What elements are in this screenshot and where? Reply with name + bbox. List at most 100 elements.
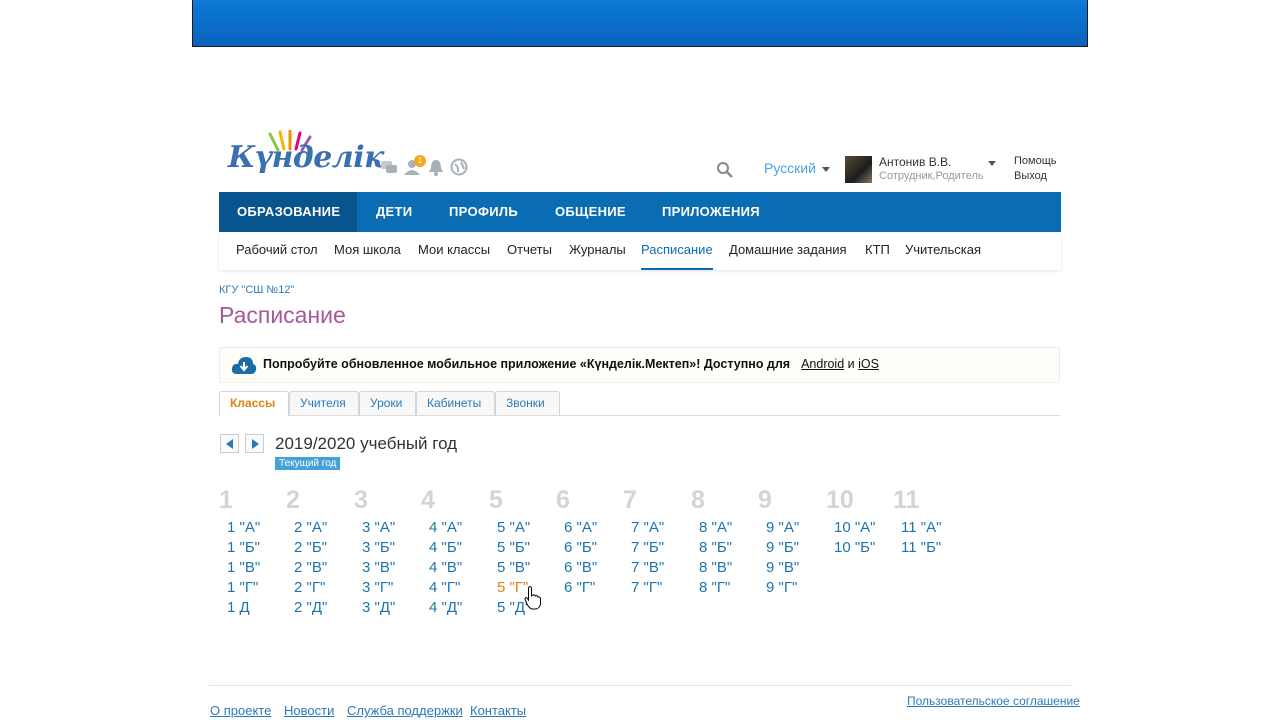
- footer-support-link[interactable]: Служба поддержки: [347, 703, 463, 718]
- class-link[interactable]: 9 "Б": [766, 539, 799, 556]
- tab-teachers[interactable]: Учителя: [289, 391, 359, 415]
- class-link[interactable]: 3 "Б": [362, 539, 395, 556]
- tab-bells[interactable]: Звонки: [495, 391, 560, 415]
- nav-children[interactable]: ДЕТИ: [358, 192, 430, 232]
- ios-link[interactable]: iOS: [858, 357, 879, 371]
- user-menu-chevron-icon[interactable]: [988, 161, 996, 166]
- grade-heading: 7: [623, 486, 637, 514]
- subnav-ktp[interactable]: КТП: [865, 232, 890, 270]
- class-link[interactable]: 2 "А": [294, 519, 327, 536]
- tab-lessons[interactable]: Уроки: [359, 391, 416, 415]
- nav-profile[interactable]: ПРОФИЛЬ: [431, 192, 536, 232]
- class-link[interactable]: 10 "Б": [834, 539, 875, 556]
- subnav-my-classes[interactable]: Мои классы: [418, 232, 490, 270]
- class-link[interactable]: 5 "Б": [497, 539, 530, 556]
- next-year-button[interactable]: [245, 434, 264, 453]
- arrow-right-icon: [252, 439, 259, 449]
- banner-text-line: Попробуйте обновленное мобильное приложе…: [263, 357, 879, 371]
- language-select[interactable]: Русский: [764, 160, 830, 176]
- subnav-desktop[interactable]: Рабочий стол: [236, 232, 318, 270]
- class-link[interactable]: 7 "Б": [631, 539, 664, 556]
- subnav-teachers-room[interactable]: Учительская: [905, 232, 981, 270]
- grade-heading: 8: [691, 486, 705, 514]
- current-year-badge: Текущий год: [275, 457, 341, 470]
- class-link[interactable]: 4 "А": [429, 519, 462, 536]
- class-link[interactable]: 1 "А": [227, 519, 260, 536]
- avatar[interactable]: [845, 156, 872, 183]
- class-link[interactable]: 2 "Д": [294, 599, 327, 616]
- notification-badge: 1: [414, 155, 426, 167]
- class-link[interactable]: 1 "В": [227, 559, 260, 576]
- school-year: 2019/2020 учебный год: [275, 434, 458, 453]
- class-link[interactable]: 8 "Г": [699, 579, 730, 596]
- nav-communication[interactable]: ОБЩЕНИЕ: [537, 192, 644, 232]
- class-link[interactable]: 7 "Г": [631, 579, 662, 596]
- class-link[interactable]: 11 "А": [901, 519, 941, 536]
- class-link[interactable]: 5 "А": [497, 519, 530, 536]
- footer-divider: [209, 685, 1071, 686]
- user-agreement-link[interactable]: Пользовательское соглашение: [907, 694, 1080, 708]
- class-link[interactable]: 1 "Г": [227, 579, 258, 596]
- class-link[interactable]: 7 "А": [631, 519, 664, 536]
- top-banner-bar: [192, 0, 1088, 47]
- footer-news-link[interactable]: Новости: [284, 703, 334, 718]
- subnav-journals[interactable]: Журналы: [569, 232, 626, 270]
- kundelik-logo[interactable]: Күнделік: [228, 130, 384, 186]
- class-link[interactable]: 4 "В": [429, 559, 462, 576]
- class-link[interactable]: 9 "А": [766, 519, 799, 536]
- class-link[interactable]: 8 "А": [699, 519, 732, 536]
- grade-heading: 10: [826, 486, 854, 514]
- help-link[interactable]: Помощь: [1014, 155, 1057, 167]
- globe-icon[interactable]: [450, 158, 468, 176]
- class-link[interactable]: 6 "А": [564, 519, 597, 536]
- subnav-my-school[interactable]: Моя школа: [334, 232, 401, 270]
- footer-contacts-link[interactable]: Контакты: [470, 703, 526, 718]
- bell-icon[interactable]: [427, 158, 445, 176]
- class-link[interactable]: 4 "Д": [429, 599, 462, 616]
- class-link[interactable]: 5 "В": [497, 559, 530, 576]
- class-link[interactable]: 9 "В": [766, 559, 799, 576]
- footer-about-link[interactable]: О проекте: [210, 703, 271, 718]
- tab-rooms[interactable]: Кабинеты: [416, 391, 495, 415]
- breadcrumb[interactable]: КГУ "СШ №12": [219, 284, 294, 296]
- user-name[interactable]: Антонив В.В.: [879, 155, 951, 169]
- grade-heading: 3: [354, 486, 368, 514]
- prev-year-button[interactable]: [220, 434, 239, 453]
- chevron-down-icon: [821, 166, 830, 172]
- android-link[interactable]: Android: [801, 357, 844, 371]
- search-icon[interactable]: [716, 161, 734, 179]
- class-link[interactable]: 6 "В": [564, 559, 597, 576]
- class-link[interactable]: 4 "Г": [429, 579, 460, 596]
- class-link[interactable]: 3 "В": [362, 559, 395, 576]
- grade-heading: 9: [758, 486, 772, 514]
- class-link[interactable]: 7 "В": [631, 559, 664, 576]
- class-link[interactable]: 6 "Б": [564, 539, 597, 556]
- subnav-reports[interactable]: Отчеты: [507, 232, 552, 270]
- class-link[interactable]: 1 "Б": [227, 539, 260, 556]
- class-link[interactable]: 11 "Б": [901, 539, 941, 556]
- logout-link[interactable]: Выход: [1014, 170, 1047, 182]
- logo-text: Күнделік: [228, 140, 384, 175]
- class-link[interactable]: 1 Д: [227, 599, 250, 616]
- class-link[interactable]: 2 "Г": [294, 579, 325, 596]
- subnav-homework[interactable]: Домашние задания: [729, 232, 847, 270]
- class-link[interactable]: 9 "Г": [766, 579, 797, 596]
- chat-icon[interactable]: [380, 158, 398, 176]
- class-link[interactable]: 4 "Б": [429, 539, 462, 556]
- tab-classes[interactable]: Классы: [219, 391, 289, 416]
- app-promo-banner: Попробуйте обновленное мобильное приложе…: [219, 347, 1060, 383]
- nav-apps[interactable]: ПРИЛОЖЕНИЯ: [644, 192, 778, 232]
- class-link[interactable]: 3 "Г": [362, 579, 393, 596]
- class-link[interactable]: 2 "В": [294, 559, 327, 576]
- subnav-schedule[interactable]: Расписание: [641, 232, 713, 270]
- class-link[interactable]: 8 "В": [699, 559, 732, 576]
- language-label: Русский: [764, 160, 816, 176]
- nav-education[interactable]: ОБРАЗОВАНИЕ: [219, 192, 357, 232]
- class-link[interactable]: 8 "Б": [699, 539, 732, 556]
- class-link[interactable]: 10 "А": [834, 519, 876, 536]
- class-link[interactable]: 6 "Г": [564, 579, 595, 596]
- class-link[interactable]: 3 "А": [362, 519, 395, 536]
- class-link[interactable]: 3 "Д": [362, 599, 395, 616]
- class-link[interactable]: 2 "Б": [294, 539, 327, 556]
- sub-nav: Рабочий стол Моя школа Мои классы Отчеты…: [219, 232, 1061, 270]
